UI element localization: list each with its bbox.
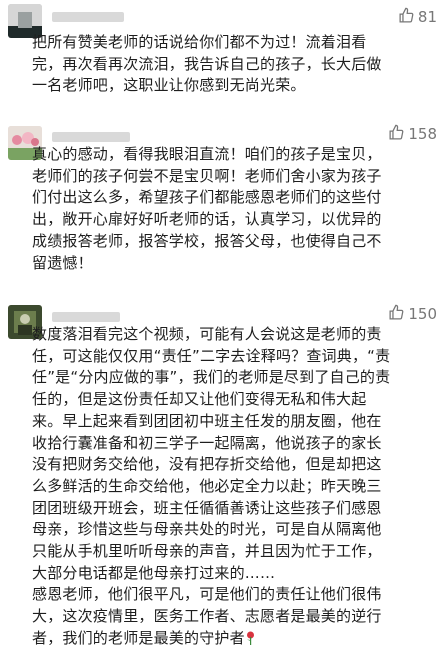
like-count: 81 — [417, 8, 437, 26]
comment-item: 81 把所有赞美老师的话说给你们都不为过！流着泪看 完，再次看再次流泪，我告诉自… — [0, 0, 445, 112]
thumbs-up-icon — [388, 124, 405, 145]
thumbs-up-icon — [388, 304, 405, 325]
comment-text: 真心的感动，看得我眼泪直流！咱们的孩子是宝贝， 老师们的孩子何尝不是宝贝啊！老师… — [32, 145, 382, 272]
comment-item: 158 真心的感动，看得我眼泪直流！咱们的孩子是宝贝， 老师们的孩子何尝不是宝贝… — [0, 120, 445, 290]
like-count: 150 — [408, 305, 437, 323]
like-button[interactable]: 158 — [388, 123, 437, 145]
username[interactable] — [52, 12, 124, 22]
username[interactable] — [52, 132, 130, 142]
comment-item: 150 数度落泪看完这个视频，可能有人会说这是老师的责 任，可这能仅仅用“责任”… — [0, 300, 445, 656]
thumbs-up-icon — [398, 7, 415, 28]
comment-text: 数度落泪看完这个视频，可能有人会说这是老师的责 任，可这能仅仅用“责任”二字去诠… — [32, 325, 391, 647]
like-button[interactable]: 81 — [398, 6, 437, 28]
username[interactable] — [52, 312, 120, 322]
rose-icon — [245, 630, 256, 645]
like-count: 158 — [408, 125, 437, 143]
comment-text: 把所有赞美老师的话说给你们都不为过！流着泪看 完，再次看再次流泪，我告诉自己的孩… — [32, 33, 382, 95]
like-button[interactable]: 150 — [388, 303, 437, 325]
